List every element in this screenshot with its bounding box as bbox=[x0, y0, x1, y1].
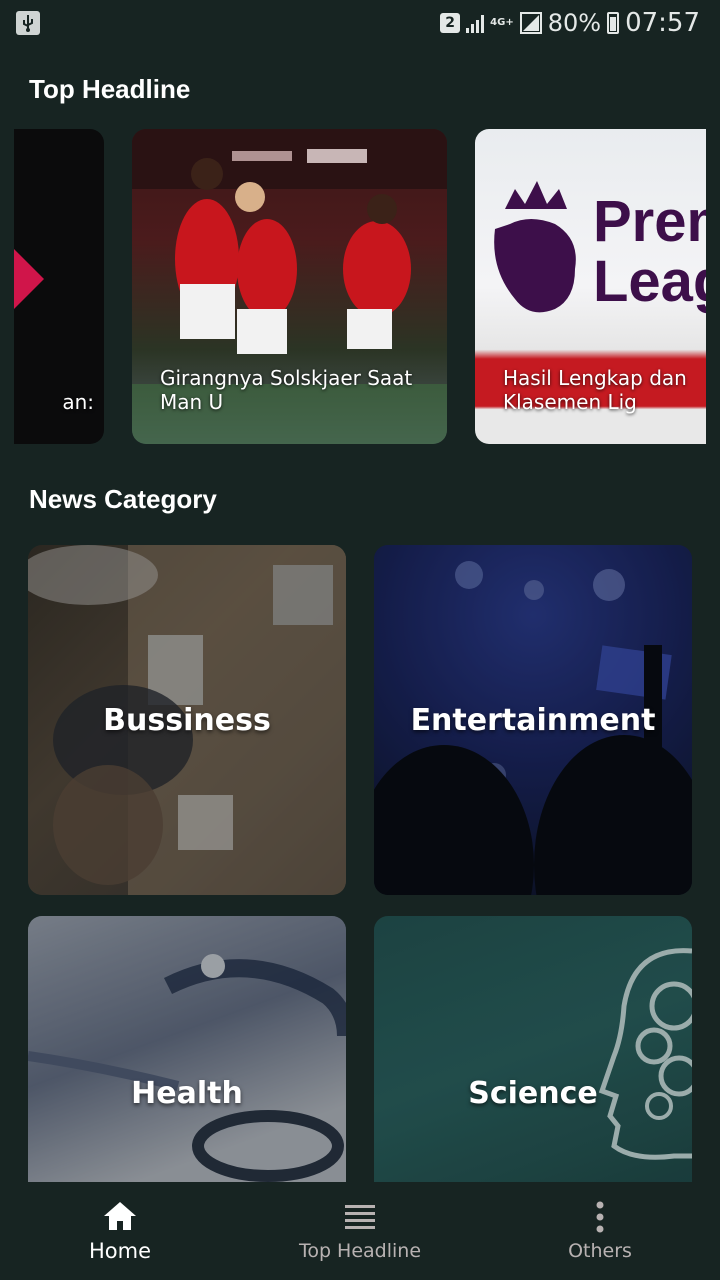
nav-label: Others bbox=[568, 1240, 632, 1262]
usb-icon bbox=[16, 11, 40, 35]
headline-card[interactable]: Prem Leag Hasil Lengkap dan Klasemen Lig bbox=[475, 129, 706, 444]
headline-caption: an: bbox=[62, 390, 94, 414]
headline-card[interactable]: Girangnya Solskjaer Saat Man U bbox=[132, 129, 447, 444]
nav-top-headline[interactable]: Top Headline bbox=[240, 1182, 480, 1280]
status-left bbox=[16, 11, 40, 35]
home-icon bbox=[102, 1199, 138, 1233]
top-headline-title: Top Headline bbox=[29, 74, 191, 104]
headline-card[interactable]: an: bbox=[14, 129, 104, 444]
league-text-line1: Prem bbox=[593, 189, 706, 254]
card-overlay bbox=[374, 916, 692, 1182]
status-bar: 2 4G+ 80% 07:57 bbox=[0, 0, 720, 46]
status-right: 2 4G+ 80% 07:57 bbox=[440, 8, 700, 38]
league-text-line2: Leag bbox=[593, 249, 706, 314]
category-label: Health bbox=[131, 1075, 243, 1111]
category-business-card[interactable]: Bussiness bbox=[28, 545, 346, 895]
signal-box-icon bbox=[519, 12, 542, 34]
nav-label: Top Headline bbox=[298, 1240, 422, 1262]
category-science-card[interactable]: Science bbox=[374, 916, 692, 1182]
nav-home[interactable]: Home bbox=[0, 1182, 240, 1280]
news-category-title: News Category bbox=[29, 484, 217, 514]
headline-caption: Girangnya Solskjaer Saat Man U bbox=[160, 366, 413, 414]
card-art bbox=[14, 249, 44, 309]
sim-slot-badge: 2 bbox=[440, 13, 461, 33]
category-label: Science bbox=[468, 1075, 598, 1111]
premier-league-logo: Prem Leag bbox=[494, 181, 706, 314]
bottom-navigation: Home Top Headline Others bbox=[0, 1182, 720, 1280]
card-overlay bbox=[28, 916, 346, 1182]
nav-others[interactable]: Others bbox=[480, 1182, 720, 1280]
network-type: 4G+ bbox=[490, 17, 514, 28]
category-label: Entertainment bbox=[410, 702, 656, 738]
signal-strength-icon bbox=[466, 13, 485, 33]
category-label: Bussiness bbox=[103, 702, 271, 738]
clock: 07:57 bbox=[625, 8, 700, 38]
battery-icon bbox=[607, 12, 620, 34]
battery-percent: 80% bbox=[547, 9, 602, 37]
list-icon bbox=[342, 1200, 378, 1234]
more-vertical-icon bbox=[582, 1200, 618, 1234]
headline-carousel[interactable]: an: Girangnya Solskjaer Saat Man U Prem … bbox=[14, 129, 706, 444]
category-entertainment-card[interactable]: Entertainment bbox=[374, 545, 692, 895]
nav-label: Home bbox=[88, 1239, 151, 1263]
headline-caption: Hasil Lengkap dan Klasemen Lig bbox=[503, 366, 687, 414]
category-health-card[interactable]: Health bbox=[28, 916, 346, 1182]
